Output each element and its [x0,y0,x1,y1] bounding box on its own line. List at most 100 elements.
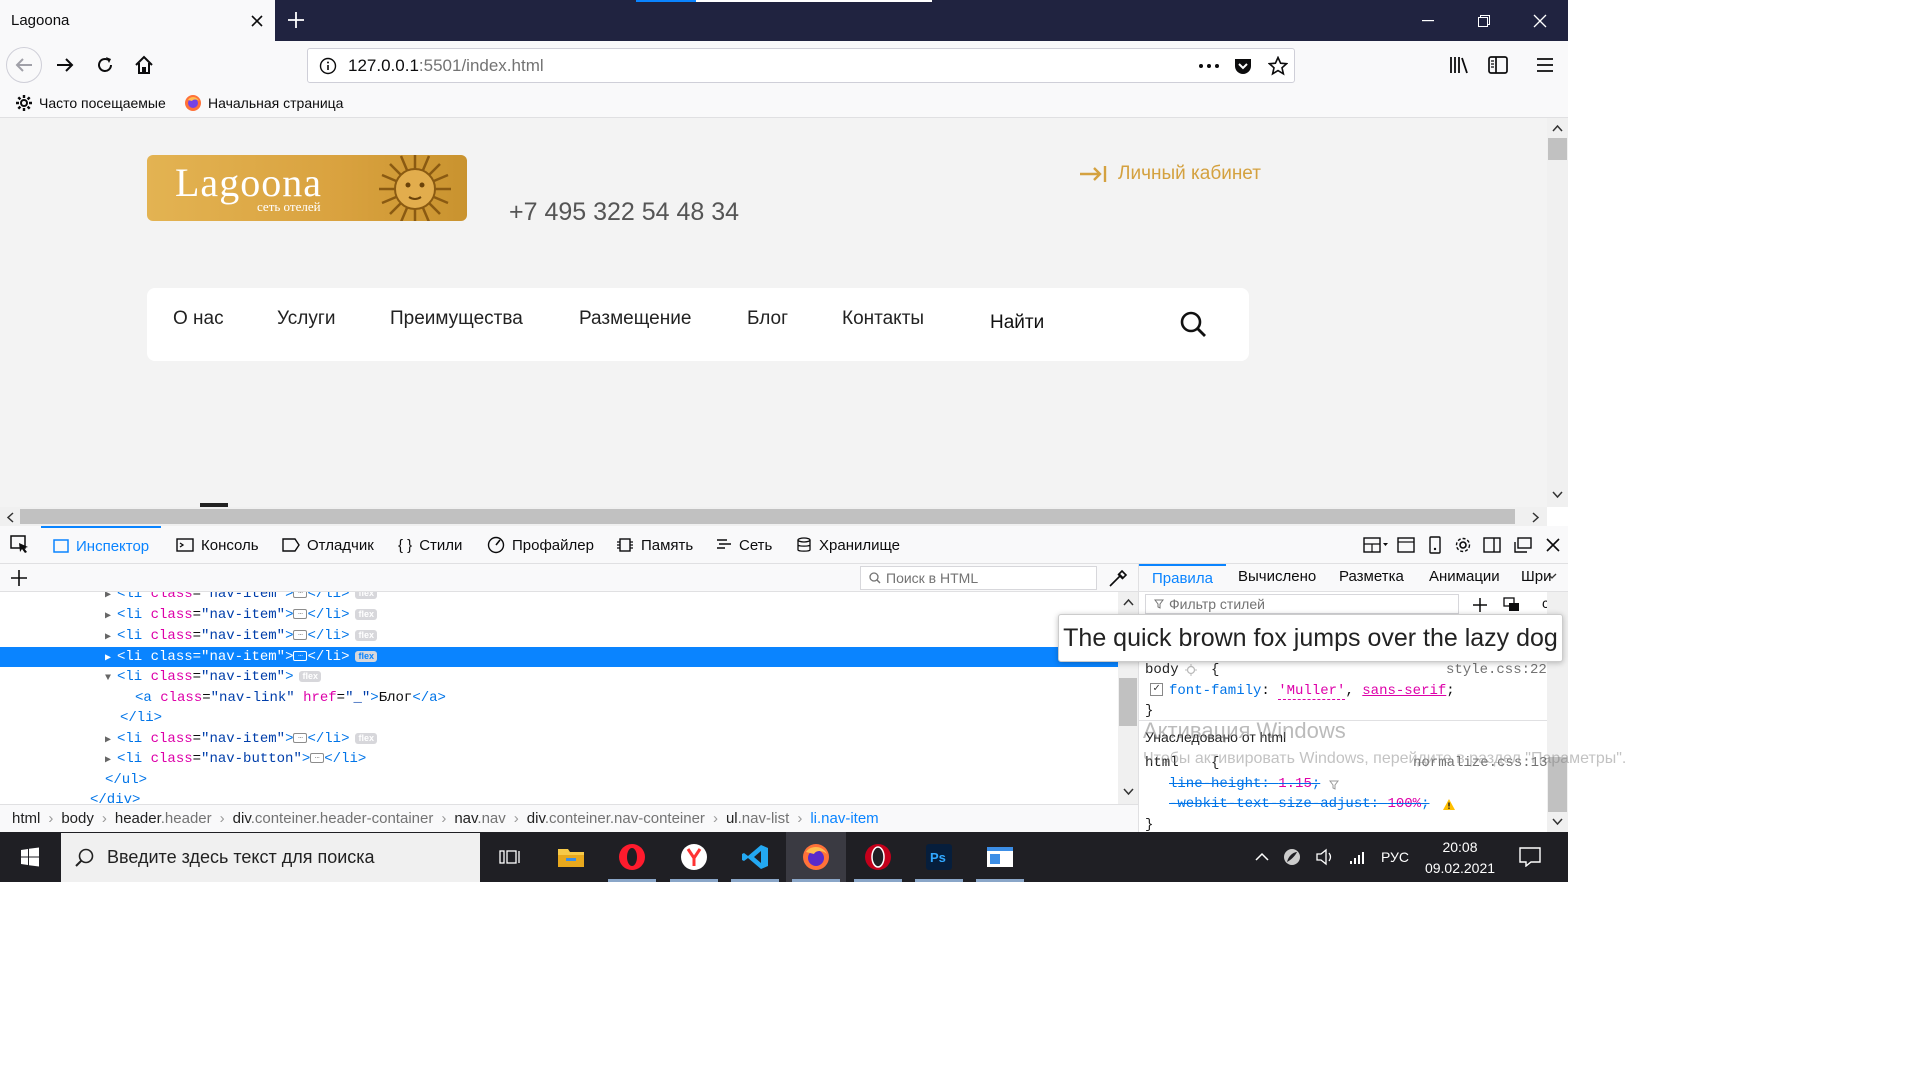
highlight-element-icon[interactable] [1185,664,1197,676]
tab-computed[interactable]: Вычислено [1238,564,1316,592]
site-logo[interactable]: Lagoona сеть отелей [147,155,467,221]
dock-side-icon[interactable] [1481,534,1503,556]
markup-line[interactable]: </div> [90,790,1118,804]
app-tray-icon[interactable] [1283,848,1301,866]
info-icon[interactable] [319,57,337,75]
element-picker-icon[interactable] [9,534,31,556]
property-checkbox[interactable]: ✓ [1150,683,1163,696]
markup-line[interactable]: ▶<li class="nav-item">…</li>flex [105,626,1118,646]
close-window-icon[interactable] [1512,0,1568,41]
library-icon[interactable] [1441,47,1477,83]
bookmark-most-visited[interactable]: Часто посещаемые [15,94,166,112]
layout-picker-icon[interactable] [1361,534,1391,556]
reload-icon[interactable] [87,47,123,83]
opera-gx-icon[interactable] [848,832,908,882]
property-value[interactable]: 'Muller' [1278,683,1346,700]
tab-rules[interactable]: Правила [1139,564,1226,592]
new-tab-icon[interactable] [280,4,312,36]
device-icon[interactable] [1424,534,1446,556]
property-name[interactable]: -webkit-text-size-adjust [1169,796,1371,812]
nav-item-accommodation[interactable]: Размещение [579,308,691,330]
breadcrumb-header[interactable]: header.header [115,810,212,827]
breadcrumb-header-container[interactable]: div.conteiner.header-container [233,810,434,827]
property-value[interactable]: 100% [1387,796,1421,812]
browser-tab[interactable]: Lagoona [0,0,275,41]
task-view-icon[interactable] [480,832,540,882]
bookmark-star-icon[interactable] [1268,56,1288,76]
scroll-thumb[interactable] [1119,678,1137,726]
phone-number[interactable]: +7 495 322 54 48 34 [509,198,739,227]
nav-item-advantages[interactable]: Преимущества [390,308,523,330]
nav-item-about[interactable]: О нас [173,308,224,330]
property-value[interactable]: sans-serif [1362,683,1446,699]
nav-search-label[interactable]: Найти [990,312,1044,334]
taskbar-clock[interactable]: 20:08 09.02.2021 [1420,837,1500,879]
minimize-icon[interactable] [1400,0,1456,41]
markup-line[interactable]: <a class="nav-link" href="_">Блог</a> [135,688,1118,708]
windows-start-icon[interactable] [0,832,60,882]
markup-line[interactable]: ▼ <li class="nav-item"> flex [105,667,1118,687]
vscode-icon[interactable] [725,832,785,882]
collapsed-ellipsis-icon[interactable]: … [310,753,325,764]
notifications-icon[interactable] [1500,832,1560,882]
page-horizontal-scrollbar[interactable] [0,507,1547,526]
breadcrumb-nav-container[interactable]: div.conteiner.nav-conteiner [527,810,705,827]
markup-line[interactable]: ▶<li class="nav-item">…</li>flex [105,605,1118,625]
account-link[interactable]: Личный кабинет [1078,163,1261,185]
breadcrumb-html[interactable]: html [12,810,40,827]
firefox-icon[interactable] [786,832,846,882]
scroll-thumb[interactable] [1548,138,1567,160]
collapsed-ellipsis-icon[interactable]: … [293,733,308,744]
sidebar-icon[interactable] [1480,47,1516,83]
markup-line[interactable]: ▶<li class="nav-item">…</li>flex [105,592,1118,604]
taskbar-search-box[interactable]: Введите здесь текст для поиска [61,833,480,882]
search-icon[interactable] [1179,310,1207,338]
restore-icon[interactable] [1456,0,1512,41]
close-devtools-icon[interactable] [1542,534,1564,556]
markup-line[interactable]: </li> [120,708,1118,728]
back-icon[interactable] [6,47,42,83]
markup-view[interactable]: ▶<li class="nav-item">…</li>flex ▶<li cl… [0,592,1118,804]
tab-storage[interactable]: Хранилище [796,526,900,564]
bookmark-start-page[interactable]: Начальная страница [184,94,343,112]
separate-window-icon[interactable] [1512,534,1534,556]
breadcrumb-nav-list[interactable]: ul.nav-list [726,810,789,827]
warning-icon[interactable] [1442,798,1456,811]
pocket-icon[interactable] [1233,56,1253,76]
hamburger-menu-icon[interactable] [1527,47,1563,83]
home-icon[interactable] [126,47,162,83]
tab-profiler[interactable]: Профайлер [487,526,594,564]
volume-icon[interactable] [1315,848,1335,866]
toggle-pseudo-icon[interactable] [1503,597,1523,613]
tab-inspector[interactable]: Инспектор [41,526,162,564]
collapsed-ellipsis-icon[interactable]: … [293,630,308,641]
add-rule-icon[interactable] [1472,597,1488,613]
add-node-icon[interactable] [10,569,28,587]
page-actions-icon[interactable] [1198,57,1220,75]
app-window-icon[interactable] [970,832,1030,882]
yandex-browser-icon[interactable] [664,832,724,882]
network-signal-icon[interactable] [1349,849,1367,865]
tab-debugger[interactable]: Отладчик [282,526,374,564]
chevron-down-icon[interactable] [1547,572,1557,580]
tab-styles[interactable]: { } Стили [398,526,462,564]
eyedropper-icon[interactable] [1108,569,1128,587]
collapsed-ellipsis-icon[interactable]: … [293,651,308,662]
collapsed-ellipsis-icon[interactable]: … [293,609,308,620]
chevron-up-icon[interactable] [1255,852,1269,862]
opera-icon[interactable] [602,832,662,882]
markup-line[interactable]: ▶<li class="nav-item">…</li>flex [105,729,1118,749]
language-indicator[interactable]: РУС [1381,849,1409,865]
breadcrumb-body[interactable]: body [61,810,94,827]
responsive-mode-icon[interactable] [1395,534,1417,556]
html-search-input[interactable]: Поиск в HTML [860,566,1097,590]
forward-icon[interactable] [47,47,83,83]
scroll-thumb[interactable] [20,509,1515,524]
file-explorer-icon[interactable] [541,832,601,882]
collapsed-ellipsis-icon[interactable]: … [293,592,308,599]
rule-source-link[interactable]: style.css:22 [1446,662,1547,678]
tab-network[interactable]: Сеть [716,526,772,564]
page-vertical-scrollbar[interactable] [1547,118,1568,507]
nav-item-contacts[interactable]: Контакты [842,308,924,330]
markup-line-selected[interactable]: ▶ <li class="nav-item">… </li> flex [0,647,1118,667]
